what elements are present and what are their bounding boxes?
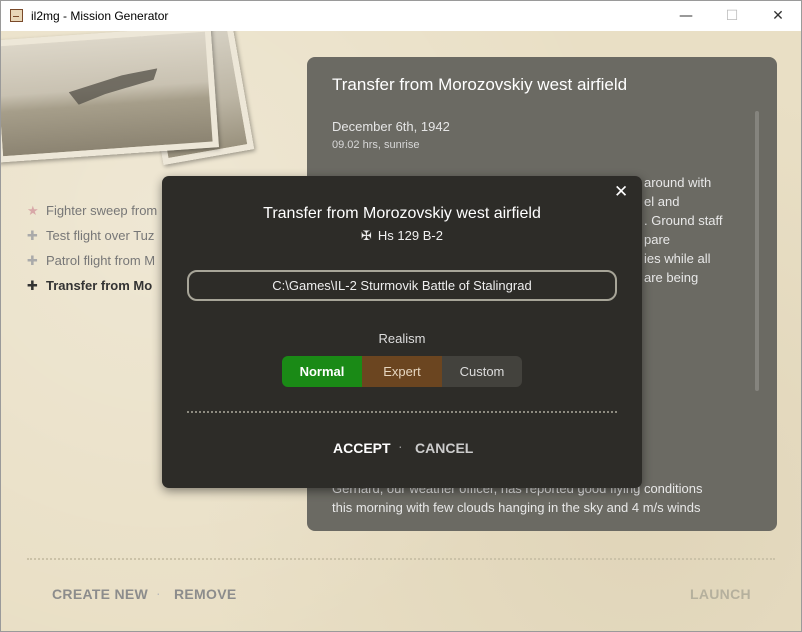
- mission-item[interactable]: ★ Fighter sweep from: [27, 203, 167, 228]
- mission-item[interactable]: ✚ Test flight over Tuz: [27, 228, 167, 253]
- realism-normal-button[interactable]: Normal: [282, 356, 362, 387]
- mission-label: Test flight over Tuz: [46, 228, 155, 243]
- plane-silhouette: [67, 55, 160, 105]
- accept-button[interactable]: ACCEPT: [333, 440, 391, 456]
- realism-expert-button[interactable]: Expert: [362, 356, 442, 387]
- cross-icon: ✚: [27, 279, 38, 294]
- footer-separator: ·: [156, 585, 161, 601]
- mission-label: Transfer from Mo: [46, 278, 153, 293]
- mission-label: Patrol flight from M: [46, 253, 156, 268]
- minimize-button[interactable]: —: [663, 1, 709, 31]
- briefing-title: Transfer from Morozovskiy west airfield: [332, 75, 628, 94]
- launch-button[interactable]: LAUNCH: [690, 586, 751, 602]
- close-icon[interactable]: ✕: [614, 182, 628, 202]
- briefing-scrollbar[interactable]: [755, 111, 759, 391]
- create-new-button[interactable]: CREATE NEW: [52, 586, 148, 602]
- briefing-text-line: ies while all: [644, 251, 711, 266]
- mission-list: ★ Fighter sweep from ✚ Test flight over Tu…: [27, 203, 167, 303]
- realism-custom-button[interactable]: Custom: [442, 356, 522, 387]
- window-title: il2mg - Mission Generator: [31, 9, 169, 23]
- aircraft-photo: [1, 31, 219, 163]
- dialog-title: Transfer from Morozovskiy west airfield: [263, 205, 541, 222]
- briefing-text-line: this morning with few clouds hanging in …: [332, 500, 701, 515]
- mission-item-selected[interactable]: ✚ Transfer from Mo: [27, 278, 167, 303]
- dialog-divider: [187, 411, 617, 413]
- close-button[interactable]: ✕: [755, 1, 801, 31]
- briefing-text-line: are being: [644, 270, 699, 285]
- mission-item[interactable]: ✚ Patrol flight from M: [27, 253, 167, 278]
- realism-label: Realism: [378, 331, 426, 346]
- briefing-date: December 6th, 1942: [332, 119, 450, 134]
- balkenkreuz-icon: ✠: [361, 229, 372, 244]
- game-path-input[interactable]: [187, 270, 617, 301]
- main-content: ★ Fighter sweep from ✚ Test flight over Tu…: [1, 31, 801, 631]
- aircraft-label: ✠ Hs 129 B-2: [162, 228, 642, 244]
- briefing-text-line: pare: [644, 232, 671, 247]
- briefing-text-line: . Ground staff: [644, 213, 723, 228]
- transfer-dialog: ✕ Transfer from Morozovskiy west airfiel…: [162, 176, 642, 488]
- maximize-button[interactable]: ☐: [709, 1, 755, 31]
- app-icon: [10, 9, 23, 22]
- cross-icon: ✚: [27, 254, 38, 269]
- briefing-text-line: around with: [644, 175, 712, 190]
- cross-icon: ✚: [27, 229, 38, 244]
- title-bar[interactable]: il2mg - Mission Generator — ☐ ✕: [1, 1, 801, 31]
- briefing-text-line: el and: [644, 194, 680, 209]
- dialog-separator: ·: [398, 438, 403, 454]
- aircraft-name: Hs 129 B-2: [377, 228, 443, 243]
- footer-divider: [27, 558, 775, 560]
- app-window: il2mg - Mission Generator — ☐ ✕ ★ Fighter…: [0, 0, 802, 632]
- realism-selector: Normal Expert Custom: [282, 356, 522, 387]
- remove-button[interactable]: REMOVE: [174, 586, 236, 602]
- briefing-time: 09.02 hrs, sunrise: [332, 139, 420, 151]
- star-icon: ★: [27, 204, 39, 219]
- cancel-button[interactable]: CANCEL: [415, 440, 473, 456]
- mission-label: Fighter sweep from: [46, 203, 158, 218]
